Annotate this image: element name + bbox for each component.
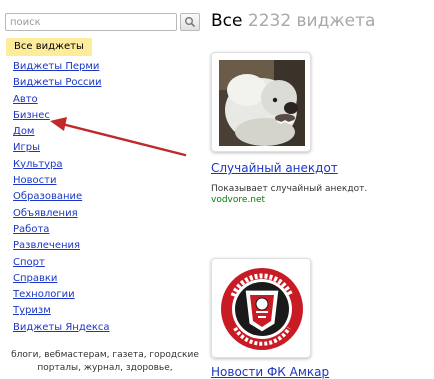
title-prefix: Все [211, 11, 243, 31]
category-link[interactable]: Игры [13, 140, 110, 156]
category-list: Виджеты Перми Виджеты России Авто Бизнес… [13, 59, 110, 336]
category-link[interactable]: Виджеты России [13, 75, 110, 91]
widget-source-link[interactable]: vodvore.net [211, 195, 265, 205]
widget-thumbnail[interactable] [211, 52, 311, 152]
dog-photo-icon [219, 60, 305, 146]
category-link[interactable]: Справки [13, 271, 110, 287]
category-link[interactable]: Образование [13, 189, 110, 205]
search-input[interactable] [5, 13, 177, 31]
all-widgets-tab[interactable]: Все виджеты [6, 38, 92, 56]
search-icon [185, 17, 196, 28]
category-link[interactable]: Новости [13, 173, 110, 189]
tag-cloud: блоги, вебмастерам, газета, городские по… [11, 350, 199, 373]
sidebar: Все виджеты Виджеты Перми Виджеты России… [0, 0, 200, 374]
widget-title-link[interactable]: Случайный анекдот [211, 161, 338, 175]
widget-title-link[interactable]: Новости ФК Амкар [211, 365, 329, 379]
widget-thumbnail[interactable] [211, 258, 311, 358]
category-link[interactable]: Авто [13, 92, 110, 108]
category-link[interactable]: Спорт [13, 255, 110, 271]
category-link[interactable]: Туризм [13, 303, 110, 319]
category-link[interactable]: Объявления [13, 206, 110, 222]
category-link[interactable]: Бизнес [13, 108, 110, 124]
category-link[interactable]: Культура [13, 157, 110, 173]
widget-count: 2232 виджета [247, 11, 376, 31]
widget-description: Показывает случайный анекдот. [211, 184, 368, 194]
search-button[interactable] [180, 13, 200, 31]
category-link[interactable]: Виджеты Яндекса [13, 320, 110, 336]
category-link[interactable]: Дом [13, 124, 110, 140]
page-title: Все 2232 виджета [211, 11, 375, 31]
main-content: Все 2232 виджета Случайный анекдот Показ… [200, 0, 434, 379]
category-link[interactable]: Виджеты Перми [13, 59, 110, 75]
amkar-logo-icon [221, 268, 303, 350]
search-bar [5, 13, 200, 31]
category-link[interactable]: Работа [13, 222, 110, 238]
category-link[interactable]: Технологии [13, 287, 110, 303]
category-link[interactable]: Развлечения [13, 238, 110, 254]
